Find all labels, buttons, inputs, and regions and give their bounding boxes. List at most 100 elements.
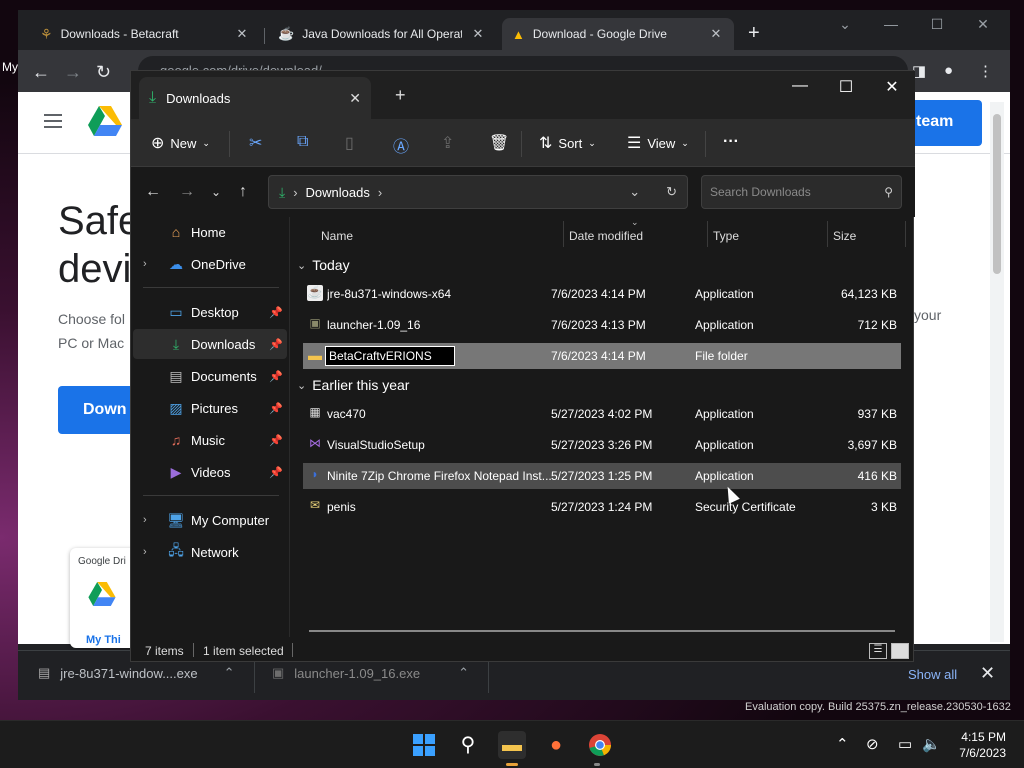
rename-button[interactable]: Ⓐ	[393, 133, 409, 157]
delete-button[interactable]: 🗑	[489, 133, 509, 153]
pin-icon[interactable]: 📌	[269, 402, 283, 415]
download-item-jre[interactable]: ▤ jre-8u371-window....exe ⌃	[38, 665, 235, 681]
nav-item-onedrive[interactable]: › ☁ OneDrive	[133, 249, 287, 279]
google-drive-logo-icon[interactable]	[88, 106, 122, 136]
close-window-button[interactable]: ✕	[869, 77, 915, 97]
collapse-chevron-icon[interactable]: ⌄	[297, 259, 306, 272]
search-box[interactable]: ⚲	[701, 175, 902, 209]
column-separator[interactable]	[827, 221, 828, 247]
nav-item-documents[interactable]: ▤ Documents 📌	[133, 361, 287, 391]
recent-locations-icon[interactable]: ⌄	[211, 185, 221, 199]
start-button-windows-icon[interactable]	[410, 731, 438, 759]
refresh-icon[interactable]: ↻	[666, 184, 677, 200]
close-window-button[interactable]: ✕	[960, 16, 1006, 33]
column-separator[interactable]	[905, 221, 906, 247]
cut-button[interactable]: ✂	[249, 133, 262, 153]
search-icon[interactable]: ⚲	[884, 185, 893, 199]
network-icon[interactable]: ▭	[898, 735, 912, 753]
tab-search-icon[interactable]: ⌄	[822, 16, 868, 33]
taskbar-clock[interactable]: 4:15 PM 7/6/2023	[950, 729, 1006, 761]
column-header-date[interactable]: Date modified	[569, 229, 643, 243]
copy-button[interactable]: ⧉	[297, 133, 308, 151]
nav-item-videos[interactable]: ▶ Videos 📌	[133, 457, 287, 487]
nav-item-my-computer[interactable]: › 🖥 My Computer	[133, 505, 287, 535]
file-explorer-icon[interactable]: ▬	[498, 731, 526, 759]
file-row[interactable]: ⋈ VisualStudioSetup 5/27/2023 3:26 PM Ap…	[303, 432, 901, 458]
nav-item-music[interactable]: ♫ Music 📌	[133, 425, 287, 455]
view-button[interactable]: ☰ View ⌄	[627, 133, 689, 153]
nav-item-home[interactable]: ⌂ Home	[133, 217, 287, 247]
paste-button[interactable]: ▯	[345, 133, 354, 153]
nav-item-downloads[interactable]: ⤓ Downloads 📌	[133, 329, 287, 359]
forward-icon[interactable]: →	[64, 62, 82, 83]
scrollbar-thumb[interactable]	[993, 114, 1001, 274]
close-shelf-icon[interactable]: ✕	[980, 663, 995, 684]
download-item-launcher[interactable]: ▣ launcher-1.09_16.exe ⌃	[272, 665, 469, 681]
rename-input[interactable]	[325, 346, 455, 366]
nav-item-desktop[interactable]: ▭ Desktop 📌	[133, 297, 287, 327]
group-header-earlier[interactable]: ⌄ Earlier this year	[297, 377, 409, 393]
sort-button[interactable]: ⇅ Sort ⌄	[539, 133, 596, 153]
show-all-downloads-link[interactable]: Show all	[908, 667, 957, 682]
column-header-size[interactable]: Size	[833, 229, 856, 243]
expand-chevron-icon[interactable]: ›	[143, 258, 157, 270]
chrome-icon[interactable]	[586, 731, 614, 759]
file-row[interactable]: ▣ launcher-1.09_16 7/6/2023 4:13 PM Appl…	[303, 312, 901, 338]
tab-java[interactable]: ☕ Java Downloads for All Operating Syste…	[268, 18, 496, 50]
file-row[interactable]: ✉ penis 5/27/2023 1:24 PM Security Certi…	[303, 494, 901, 520]
menu-kebab-icon[interactable]: ⋮	[978, 62, 993, 80]
maximize-button[interactable]: ☐	[914, 16, 960, 33]
file-row[interactable]: ▦ vac470 5/27/2023 4:02 PM Application 9…	[303, 401, 901, 427]
see-more-button[interactable]: ···	[723, 133, 739, 151]
show-hidden-icons-chevron-icon[interactable]: ⌃	[836, 735, 849, 753]
pin-icon[interactable]: 📌	[269, 338, 283, 351]
nav-item-pictures[interactable]: ▨ Pictures 📌	[133, 393, 287, 423]
explorer-tab-downloads[interactable]: ⤓ Downloads ✕	[139, 77, 371, 119]
tab-google-drive[interactable]: ▲ Download - Google Drive ✕	[502, 18, 734, 50]
pane-splitter[interactable]	[289, 217, 290, 637]
chevron-up-icon[interactable]: ⌃	[458, 665, 469, 681]
pin-icon[interactable]: 📌	[269, 370, 283, 383]
file-row-selected[interactable]: ▬ 7/6/2023 4:14 PM File folder	[303, 343, 901, 369]
up-folder-icon[interactable]: ↑	[239, 183, 247, 201]
search-input[interactable]	[710, 185, 885, 199]
profile-icon[interactable]: ●	[944, 62, 953, 79]
expand-chevron-icon[interactable]: ›	[143, 546, 157, 558]
minimize-button[interactable]: —	[868, 16, 914, 32]
breadcrumb-chevron-icon[interactable]: ›	[378, 185, 382, 200]
search-icon[interactable]: ⚲	[454, 731, 482, 759]
firefox-icon[interactable]: ●	[542, 731, 570, 759]
pin-icon[interactable]: 📌	[269, 466, 283, 479]
nav-item-network[interactable]: › 🖧 Network	[133, 537, 287, 567]
card-link[interactable]: My Thi	[86, 634, 121, 646]
share-button[interactable]: ⇪	[441, 133, 454, 153]
column-separator[interactable]	[707, 221, 708, 247]
close-tab-icon[interactable]: ✕	[234, 26, 250, 42]
back-icon[interactable]: ←	[32, 62, 50, 83]
forward-icon[interactable]: →	[179, 183, 195, 201]
hamburger-menu-icon[interactable]	[44, 114, 62, 128]
pin-icon[interactable]: 📌	[269, 306, 283, 319]
column-separator[interactable]	[563, 221, 564, 247]
collapse-chevron-icon[interactable]: ⌄	[297, 379, 306, 392]
expand-chevron-icon[interactable]: ›	[143, 514, 157, 526]
group-header-today[interactable]: ⌄ Today	[297, 257, 350, 273]
breadcrumb-downloads[interactable]: Downloads	[306, 185, 370, 200]
chevron-up-icon[interactable]: ⌃	[224, 665, 235, 681]
reload-icon[interactable]: ↻	[96, 62, 111, 83]
column-header-name[interactable]: Name	[321, 229, 353, 243]
close-tab-icon[interactable]: ✕	[349, 90, 361, 107]
file-row[interactable]: ☕ jre-8u371-windows-x64 7/6/2023 4:14 PM…	[303, 281, 901, 307]
column-header-type[interactable]: Type	[713, 229, 739, 243]
close-tab-icon[interactable]: ✕	[708, 26, 724, 42]
address-history-icon[interactable]: ⌄	[629, 184, 640, 200]
details-view-icon[interactable]: ☰	[869, 643, 887, 659]
horizontal-scrollbar[interactable]	[309, 630, 895, 632]
page-scrollbar[interactable]	[990, 102, 1004, 642]
maximize-button[interactable]: ☐	[823, 77, 869, 97]
file-row-hover[interactable]: ◗ Ninite 7Zip Chrome Firefox Notepad Ins…	[303, 463, 901, 489]
new-explorer-tab-button[interactable]: +	[395, 85, 406, 106]
tab-betacraft[interactable]: ⚘ Downloads - Betacraft ✕	[30, 18, 260, 50]
volume-icon[interactable]: 🔈	[922, 735, 941, 753]
new-button[interactable]: ⊕ New ⌄	[151, 133, 210, 153]
